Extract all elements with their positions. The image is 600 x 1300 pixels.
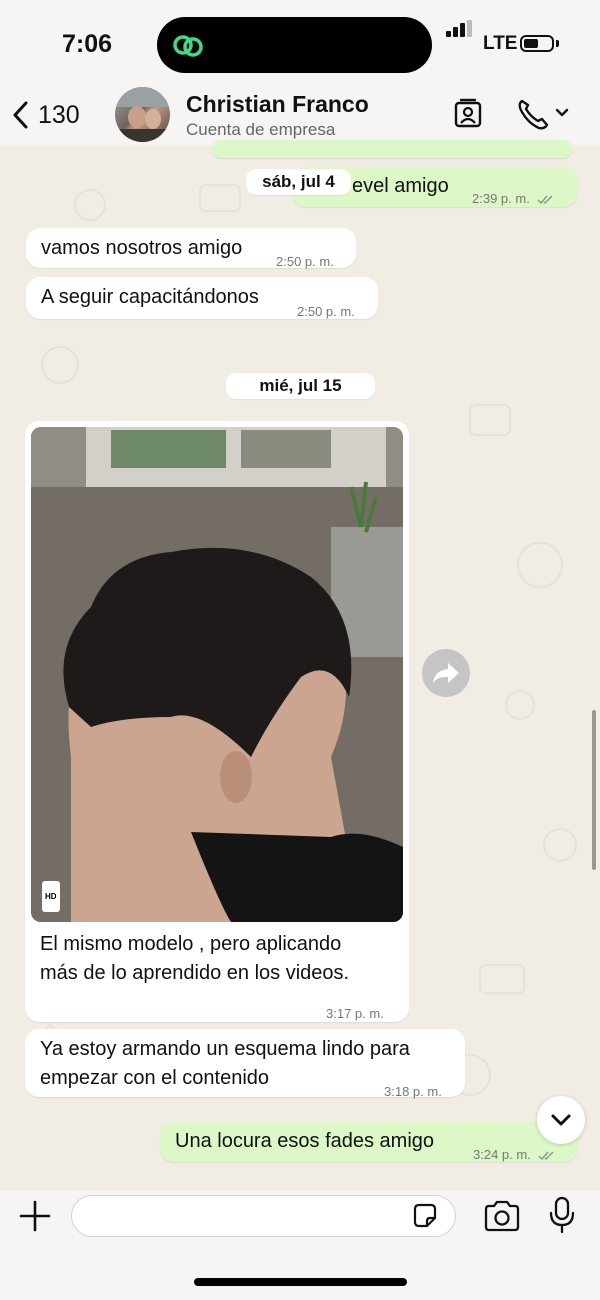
message-bubble-incoming[interactable]: vamos nosotros amigo 2:50 p. m.: [26, 228, 356, 269]
share-forward-icon: [433, 663, 459, 683]
contact-name[interactable]: Christian Franco: [186, 91, 369, 118]
back-button[interactable]: 130: [12, 95, 94, 135]
message-text: Una locura esos fades amigo: [175, 1130, 435, 1152]
microphone-icon[interactable]: [548, 1196, 576, 1234]
message-time: 3:18 p. m.: [384, 1084, 442, 1099]
forward-button[interactable]: [422, 649, 470, 697]
message-bubble-incoming[interactable]: Ya estoy armando un esquema lindo para e…: [25, 1029, 465, 1099]
message-photo[interactable]: HD: [31, 427, 403, 922]
contact-avatar[interactable]: [115, 87, 170, 142]
plus-icon[interactable]: [17, 1198, 53, 1234]
double-check-icon: [538, 1151, 554, 1160]
contact-subtitle: Cuenta de empresa: [186, 120, 336, 139]
hd-badge: HD: [42, 881, 60, 912]
scroll-to-bottom-button[interactable]: [537, 1096, 585, 1144]
message-time: 2:50 p. m.: [276, 254, 334, 269]
message-time: 2:39 p. m.: [472, 184, 555, 213]
message-time: 3:24 p. m.: [473, 1140, 556, 1169]
unread-count: 130: [38, 100, 80, 129]
image-caption-line2: más de lo aprendido en los videos.: [40, 962, 350, 984]
message-bubble-incoming-image[interactable]: HD El mismo modelo , pero aplicando más …: [25, 421, 409, 1022]
image-caption-line1: El mismo modelo , pero aplicando: [40, 933, 342, 955]
date-separator: mié, jul 15: [226, 373, 375, 399]
message-time: 3:17 p. m.: [326, 1006, 384, 1021]
phone-call-icon[interactable]: [516, 97, 572, 131]
message-text: evel amigo: [352, 175, 449, 197]
message-text: vamos nosotros amigo: [41, 237, 243, 259]
dynamic-island: [157, 17, 432, 73]
message-time-text: 2:39 p. m.: [472, 191, 530, 206]
camera-icon[interactable]: [483, 1200, 521, 1232]
chat-header: 130 Christian Franco Cuenta de empresa: [0, 85, 600, 145]
message-bubble-outgoing[interactable]: Una locura esos fades amigo 3:24 p. m.: [160, 1122, 578, 1162]
message-text-line2: empezar con el contenido: [40, 1067, 270, 1089]
double-check-icon: [537, 195, 553, 204]
chat-scrollbar[interactable]: [592, 710, 596, 870]
status-time: 7:06: [62, 30, 113, 58]
sticker-icon[interactable]: [410, 1201, 440, 1231]
chevron-left-icon: [13, 101, 28, 129]
chevron-down-icon: [551, 1114, 571, 1126]
message-time-text: 3:24 p. m.: [473, 1147, 531, 1162]
message-input[interactable]: [71, 1195, 456, 1237]
photo-image: [31, 427, 403, 922]
chevron-down-icon: [555, 108, 569, 117]
avatar-image: [115, 87, 170, 142]
link-chain-icon: [173, 35, 203, 57]
battery-icon: [520, 35, 554, 52]
battery-tip: [556, 40, 559, 47]
contact-card-icon[interactable]: [451, 97, 485, 131]
message-bubble-outgoing-partial: [212, 140, 572, 158]
message-time: 2:50 p. m.: [297, 304, 355, 319]
status-bar: 7:06 LTE: [0, 0, 600, 85]
home-indicator[interactable]: [194, 1278, 407, 1286]
message-bubble-incoming[interactable]: A seguir capacitándonos 2:50 p. m.: [26, 277, 378, 319]
date-separator: sáb, jul 4: [246, 169, 351, 195]
network-label: LTE: [483, 33, 518, 54]
message-text: A seguir capacitándonos: [41, 286, 259, 308]
message-text-line1: Ya estoy armando un esquema lindo para: [40, 1038, 410, 1060]
